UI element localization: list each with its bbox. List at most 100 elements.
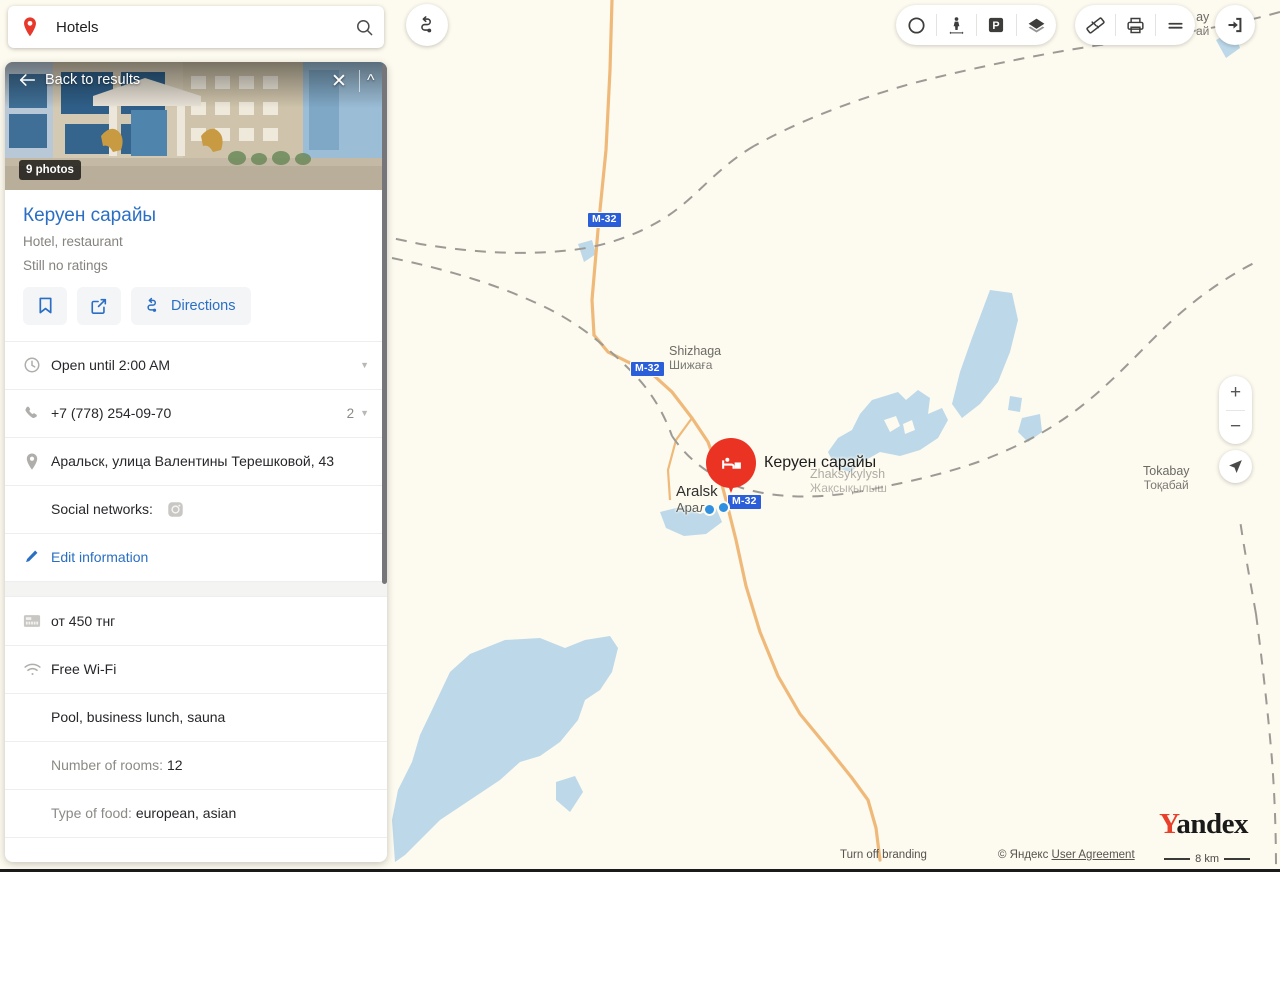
place-marker[interactable] — [706, 438, 756, 488]
feature-row-price: от 450 тнг — [5, 597, 387, 645]
zoom-out-button[interactable]: − — [1219, 410, 1252, 444]
zoom-in-button[interactable]: + — [1219, 376, 1252, 410]
chevron-down-icon[interactable]: ▼ — [360, 360, 369, 370]
info-row-address[interactable]: Аральск, улица Валентины Терешковой, 43 — [5, 437, 387, 485]
hotel-bed-icon — [719, 451, 744, 476]
place-details-panel: Back to results ✕ ^ 9 photos Керуен сара… — [5, 62, 387, 862]
parking-p-icon: P — [986, 15, 1006, 35]
phone-text[interactable]: +7 (778) 254-09-70 — [51, 405, 347, 421]
place-title-block: Керуен сарайы Hotel, restaurant Still no… — [5, 190, 387, 273]
rooms-value: 12 — [167, 757, 183, 773]
highway-shield-m32-south: M-32 — [727, 494, 762, 510]
yandex-logo-rest: andex — [1176, 808, 1248, 840]
price-text: от 450 тнг — [51, 613, 369, 629]
food-row-text: Type of food: european, asian — [51, 805, 369, 821]
edit-information-link[interactable]: Edit information — [51, 549, 369, 565]
feature-row-food-type: Type of food: european, asian — [5, 789, 387, 837]
printer-icon — [1125, 15, 1146, 36]
rooms-label: Number of rooms: — [51, 757, 167, 773]
info-row-edit-information[interactable]: Edit information — [5, 533, 387, 581]
map-scale-control: 8 km — [1164, 853, 1250, 865]
back-to-results-button[interactable]: Back to results — [19, 72, 140, 88]
parking-button[interactable]: P — [976, 5, 1016, 45]
amenities-text: Pool, business lunch, sauna — [51, 709, 369, 725]
map-layers-group: P — [896, 5, 1056, 45]
instagram-icon[interactable] — [167, 501, 184, 518]
place-hero-photo[interactable]: Back to results ✕ ^ 9 photos — [5, 62, 387, 190]
info-row-social-networks: Social networks: — [5, 485, 387, 533]
panel-section-divider — [5, 581, 387, 597]
food-label: Type of food: — [51, 805, 136, 821]
menu-button[interactable] — [1155, 5, 1195, 45]
place-categories: Hotel, restaurant — [23, 234, 369, 249]
panel-scroll-area[interactable]: Back to results ✕ ^ 9 photos Керуен сара… — [5, 62, 387, 862]
collapse-panel-button[interactable]: ^ — [367, 73, 375, 89]
place-name[interactable]: Керуен сарайы — [23, 204, 369, 228]
ruler-icon — [1085, 15, 1106, 36]
geolocation-button[interactable] — [1219, 450, 1252, 483]
photos-count-badge[interactable]: 9 photos — [19, 160, 81, 180]
measure-button[interactable] — [1075, 5, 1115, 45]
highway-shield-m32-north: M-32 — [587, 212, 622, 228]
social-networks-label: Social networks: — [51, 501, 153, 517]
login-arrow-icon — [1225, 15, 1245, 35]
print-button[interactable] — [1115, 5, 1155, 45]
directions-button[interactable]: Directions — [131, 287, 251, 325]
info-row-phone[interactable]: +7 (778) 254-09-70 2 ▼ — [5, 389, 387, 437]
close-panel-button[interactable]: ✕ — [331, 72, 347, 91]
yandex-maps-app: Shizhaga Шижаға Aralsk Арал Zhaksykylysh… — [0, 0, 1280, 982]
feature-row-trailing — [5, 837, 387, 862]
directions-label: Directions — [171, 298, 235, 314]
map-poi-dot[interactable] — [703, 503, 716, 516]
build-route-button[interactable] — [406, 4, 448, 46]
zoom-controls: + − — [1219, 376, 1252, 444]
panorama-button[interactable] — [936, 5, 976, 45]
login-button[interactable] — [1215, 5, 1255, 45]
svg-text:P: P — [992, 20, 999, 32]
chevron-down-icon[interactable]: ▼ — [360, 408, 369, 418]
scale-label: 8 km — [1195, 853, 1219, 865]
place-actions: Directions — [5, 273, 387, 341]
phone-icon — [23, 404, 51, 422]
panel-scrollbar[interactable] — [382, 64, 387, 584]
bookmark-button[interactable] — [23, 287, 67, 325]
address-text[interactable]: Аральск, улица Валентины Терешковой, 43 — [51, 453, 369, 469]
zoom-separator — [1226, 410, 1245, 411]
clock-icon — [23, 356, 51, 374]
traffic-circle-icon — [906, 15, 927, 36]
pencil-icon — [23, 549, 51, 566]
opening-hours-text: Open until 2:00 AM — [51, 357, 360, 373]
layers-button[interactable] — [1016, 5, 1056, 45]
yandex-logo-y: Y — [1159, 808, 1176, 840]
layers-icon — [1026, 15, 1047, 36]
scale-bar-left — [1164, 858, 1190, 860]
highway-shield-m32-mid: M-32 — [630, 361, 665, 377]
arrow-left-icon — [19, 73, 36, 87]
yandex-logo[interactable]: Yandex — [1159, 808, 1248, 841]
phone-count-group[interactable]: 2 ▼ — [347, 406, 369, 421]
food-value: european, asian — [136, 805, 236, 821]
location-pin-icon — [23, 452, 51, 471]
feature-row-wifi: Free Wi-Fi — [5, 645, 387, 693]
info-row-opening-hours[interactable]: Open until 2:00 AM ▼ — [5, 341, 387, 389]
map-poi-dot[interactable] — [717, 501, 730, 514]
marker-title-label: Керуен сарайы — [764, 454, 876, 472]
back-to-results-label: Back to results — [45, 72, 140, 88]
phone-count: 2 — [347, 406, 355, 421]
traffic-button[interactable] — [896, 5, 936, 45]
price-tag-icon — [23, 614, 51, 628]
place-rating[interactable]: Still no ratings — [23, 258, 369, 273]
feature-row-rooms: Number of rooms: 12 — [5, 741, 387, 789]
menu-lines-icon — [1165, 15, 1186, 36]
marker-tail — [725, 478, 737, 493]
rooms-row-text: Number of rooms: 12 — [51, 757, 369, 773]
wifi-text: Free Wi-Fi — [51, 661, 369, 677]
scale-bar-right — [1224, 858, 1250, 860]
feature-row-amenities: Pool, business lunch, sauna — [5, 693, 387, 741]
search-bar[interactable]: Hotels — [8, 6, 384, 48]
search-icon[interactable] — [355, 18, 374, 37]
map-tools-group — [1075, 5, 1195, 45]
share-button[interactable] — [77, 287, 121, 325]
search-input[interactable]: Hotels — [56, 19, 355, 36]
hero-divider — [359, 70, 360, 92]
